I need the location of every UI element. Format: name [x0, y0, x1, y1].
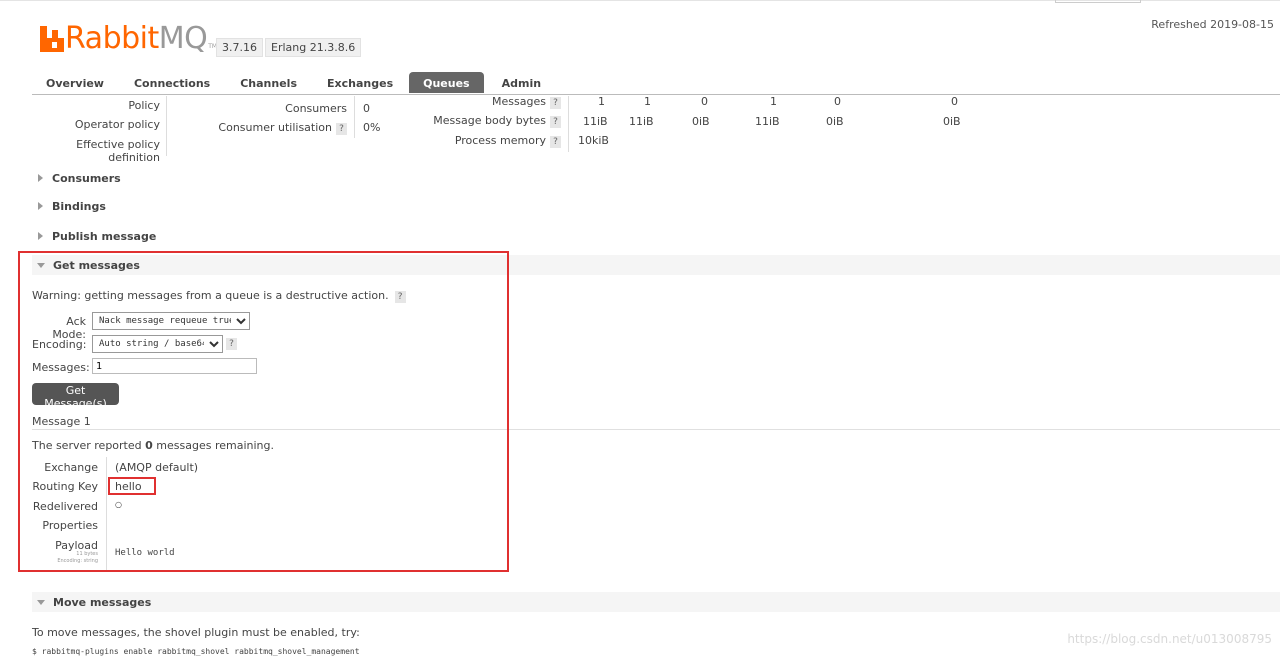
section-consumers[interactable]: Consumers	[32, 168, 121, 188]
section-publish-message[interactable]: Publish message	[32, 226, 156, 246]
body-bytes-value: 11iB	[755, 115, 780, 128]
erlang-version-badge: Erlang 21.3.8.6	[265, 38, 362, 57]
help-icon[interactable]: ?	[550, 116, 561, 128]
consumers-label: Consumers	[285, 102, 347, 115]
policy-label: Policy	[128, 99, 160, 112]
tab-admin[interactable]: Admin	[484, 72, 555, 93]
logo-text-suffix: MQ	[158, 21, 208, 56]
rabbitmq-logo[interactable]: RabbitMQ TM	[40, 22, 217, 56]
expand-icon	[38, 232, 43, 240]
body-bytes-value: 0iB	[943, 115, 961, 128]
section-bindings[interactable]: Bindings	[32, 196, 106, 216]
logo-text-prefix: Rabbit	[65, 21, 159, 56]
tab-exchanges[interactable]: Exchanges	[311, 72, 407, 93]
process-memory-label: Process memory?	[400, 134, 561, 148]
body-bytes-value: 11iB	[583, 115, 608, 128]
help-icon[interactable]: ?	[550, 97, 561, 109]
top-search-box[interactable]	[1055, 0, 1141, 3]
messages-stat-value: 0	[834, 95, 841, 108]
body-bytes-value: 0iB	[692, 115, 710, 128]
body-bytes-value: 11iB	[629, 115, 654, 128]
consumers-value: 0	[363, 102, 370, 115]
rabbitmq-logo-icon	[40, 26, 64, 52]
messages-stat-value: 0	[951, 95, 958, 108]
refreshed-timestamp[interactable]: Refreshed 2019-08-15	[1151, 18, 1274, 31]
operator-policy-label: Operator policy	[74, 118, 160, 131]
section-title: Publish message	[52, 229, 157, 243]
body-bytes-value: 0iB	[826, 115, 844, 128]
main-nav-tabs: Overview Connections Channels Exchanges …	[32, 72, 555, 94]
messages-stat-text: Messages	[492, 95, 546, 108]
tab-connections[interactable]: Connections	[118, 72, 224, 93]
expand-icon	[38, 202, 43, 210]
logo-text: RabbitMQ	[65, 21, 208, 56]
message-body-bytes-text: Message body bytes	[433, 114, 546, 127]
section-title: Consumers	[52, 171, 121, 185]
section-move-messages[interactable]: Move messages	[32, 592, 151, 612]
effective-policy-label: Effective policy definition	[76, 138, 160, 164]
nav-underline	[32, 94, 1280, 95]
help-icon[interactable]: ?	[336, 123, 347, 135]
move-messages-text: To move messages, the shovel plugin must…	[32, 626, 360, 639]
column-divider	[166, 96, 167, 156]
messages-stat-value: 1	[644, 95, 651, 108]
expand-icon	[38, 174, 43, 182]
routing-key-highlight-box	[108, 477, 156, 495]
column-divider	[568, 96, 569, 152]
tab-queues[interactable]: Queues	[409, 72, 484, 93]
process-memory-value: 10kiB	[578, 134, 609, 147]
version-badge: 3.7.16	[216, 38, 263, 57]
section-title: Move messages	[53, 595, 152, 609]
help-icon[interactable]: ?	[550, 136, 561, 148]
collapse-icon	[37, 599, 45, 605]
move-messages-header-band	[32, 592, 1280, 612]
messages-stat-value: 1	[770, 95, 777, 108]
messages-stat-label: Messages?	[400, 95, 561, 109]
tab-overview[interactable]: Overview	[32, 72, 118, 93]
column-divider	[354, 96, 355, 138]
section-title: Bindings	[52, 199, 106, 213]
messages-stat-value: 0	[701, 95, 708, 108]
highlight-box	[18, 251, 509, 572]
tab-channels[interactable]: Channels	[224, 72, 311, 93]
consumer-utilisation-label: Consumer utilisation?	[200, 121, 347, 135]
watermark: https://blog.csdn.net/u013008795	[1067, 632, 1272, 646]
message-body-bytes-label: Message body bytes?	[400, 114, 561, 128]
messages-stat-value: 1	[598, 95, 605, 108]
consumer-utilisation-text: Consumer utilisation	[218, 121, 332, 134]
process-memory-text: Process memory	[454, 134, 546, 147]
consumer-utilisation-value: 0%	[363, 121, 381, 134]
